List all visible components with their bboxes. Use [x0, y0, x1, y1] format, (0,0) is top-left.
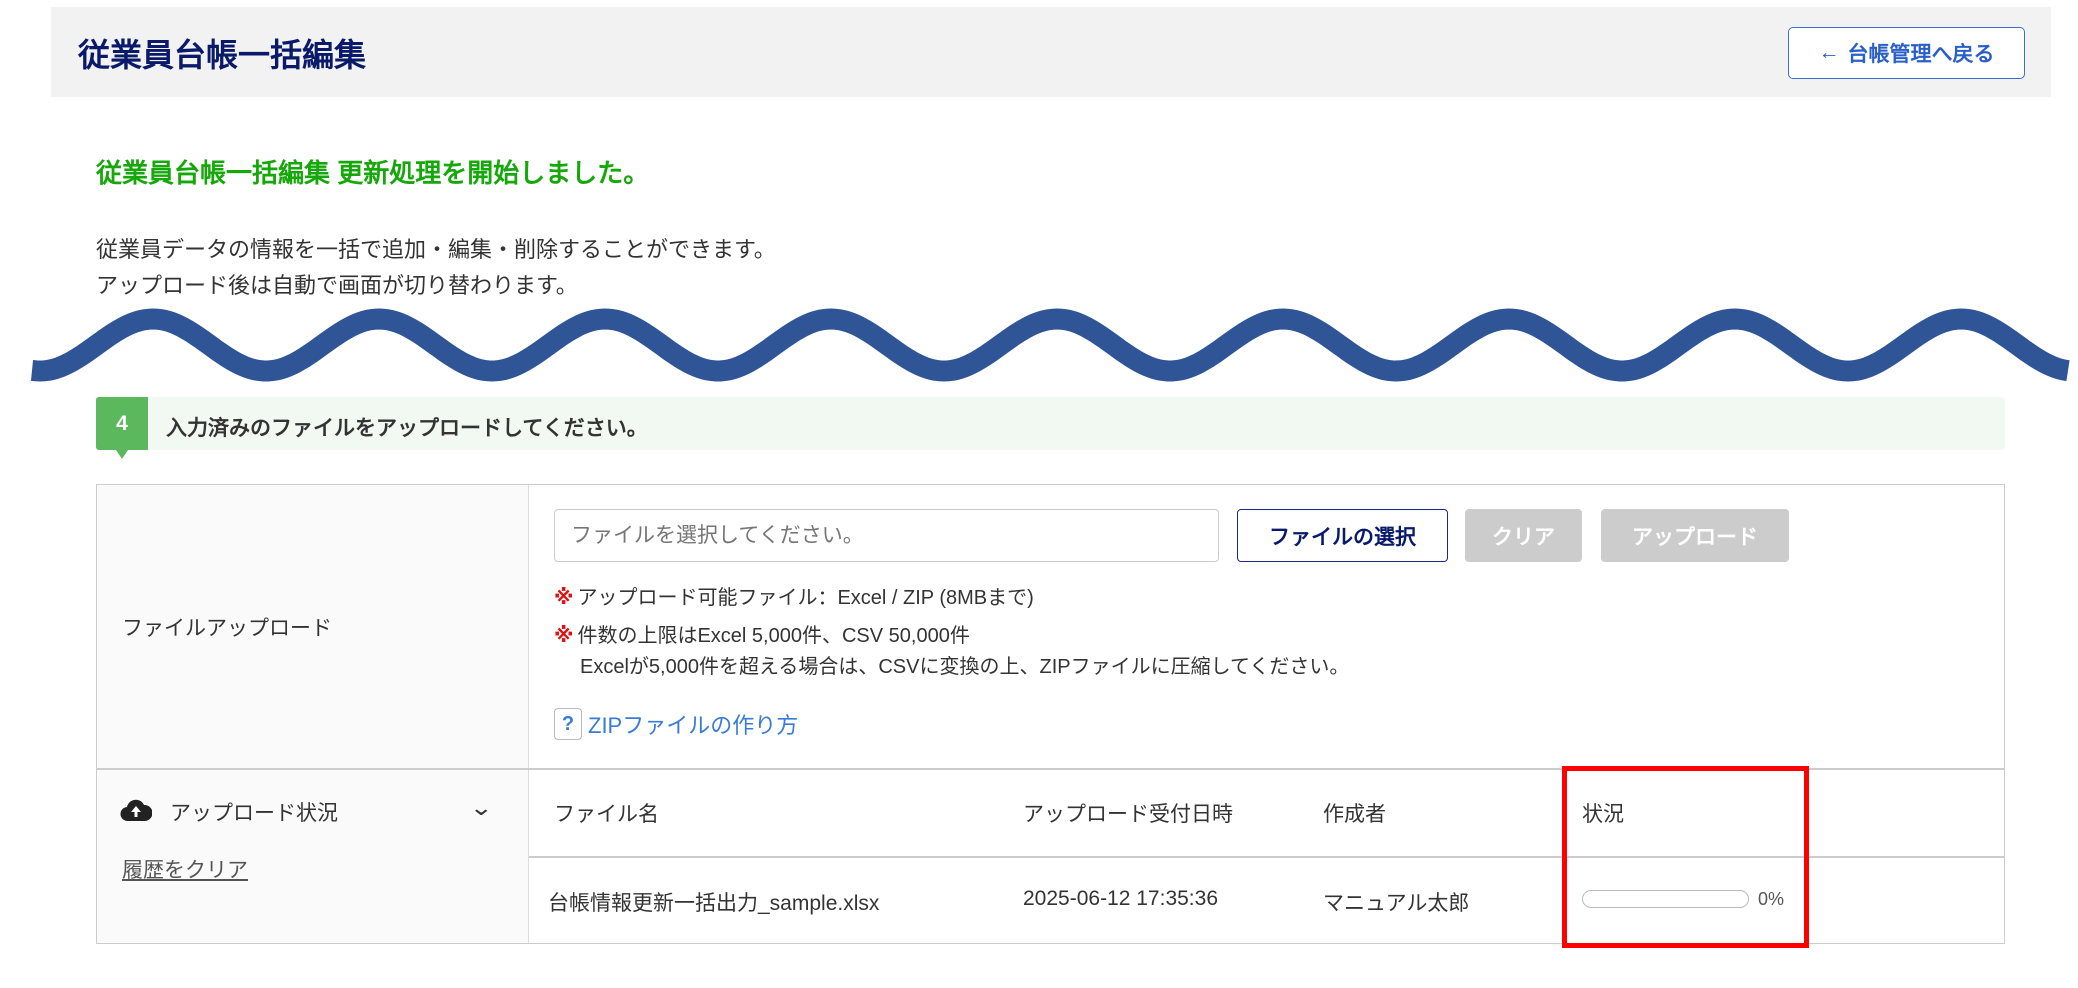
description-line-1: 従業員データの情報を一括で追加・編集・削除することができます。 — [96, 237, 776, 262]
file-path-input[interactable] — [554, 509, 1219, 562]
success-message: 従業員台帳一括編集 更新処理を開始しました。 — [96, 158, 650, 188]
note-limits: ※ 件数の上限はExcel 5,000件、CSV 50,000件 — [554, 619, 970, 648]
page-title: 従業員台帳一括編集 — [78, 37, 367, 73]
choose-file-button[interactable]: ファイルの選択 — [1237, 509, 1448, 562]
back-button-label: 台帳管理へ戻る — [1847, 43, 1995, 66]
note-mark: ※ — [554, 625, 574, 647]
clear-history-link[interactable]: 履歴をクリア — [122, 854, 248, 884]
note-convert: Excelが5,000件を超える場合は、CSVに変換の上、ZIPファイルに圧縮し… — [580, 656, 1350, 678]
note-mark: ※ — [554, 587, 574, 609]
chevron-down-icon[interactable]: ⌄ — [469, 795, 493, 821]
note-file-types: ※ アップロード可能ファイル：Excel / ZIP (8MBまで) — [554, 581, 1034, 610]
zip-howto-label: ZIPファイルの作り方 — [588, 713, 799, 738]
column-header-datetime: アップロード受付日時 — [1023, 803, 1233, 826]
column-header-file-name: ファイル名 — [554, 803, 659, 826]
step-number-badge: 4 — [96, 397, 148, 459]
row-author: マニュアル太郎 — [1323, 892, 1470, 915]
cloud-upload-icon — [120, 799, 152, 822]
upload-status-label: アップロード状況 — [170, 802, 338, 825]
back-to-ledger-button[interactable]: ← 台帳管理へ戻る — [1788, 27, 2025, 79]
arrow-left-icon: ← — [1818, 41, 1840, 64]
wave-line — [30, 308, 2070, 382]
note-text: 件数の上限はExcel 5,000件、CSV 50,000件 — [577, 625, 970, 647]
help-icon: ? — [554, 708, 582, 740]
note-text: アップロード可能ファイル：Excel / ZIP (8MBまで) — [577, 587, 1034, 609]
column-header-author: 作成者 — [1323, 803, 1386, 826]
status-highlight-box — [1562, 766, 1809, 948]
zip-howto-link[interactable]: ? ZIPファイルの作り方 — [554, 708, 798, 740]
step-instruction: 入力済みのファイルをアップロードしてください。 — [166, 417, 648, 440]
file-upload-label: ファイルアップロード — [122, 617, 332, 640]
wave-divider — [30, 308, 2070, 382]
upload-button[interactable]: アップロード — [1601, 509, 1789, 562]
clear-button[interactable]: クリア — [1465, 509, 1582, 562]
row-datetime: 2025-06-12 17:35:36 — [1023, 887, 1218, 910]
row-file-name: 台帳情報更新一括出力_sample.xlsx — [548, 892, 880, 915]
